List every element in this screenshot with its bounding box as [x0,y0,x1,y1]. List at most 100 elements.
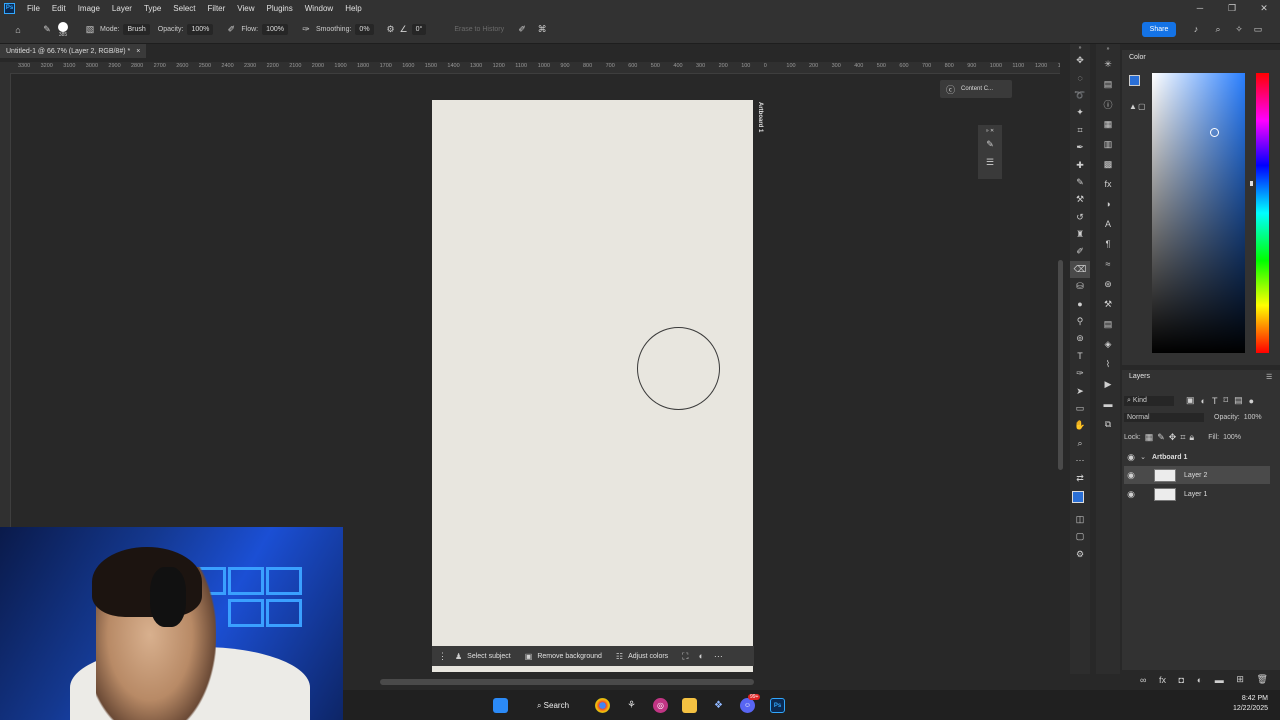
dodge-tool-icon[interactable]: ⚲ [1070,313,1090,330]
workspace-icon[interactable]: ▭ [1252,24,1264,35]
menu-select[interactable]: Select [167,4,201,13]
drag-handle-icon[interactable]: ⋮ [438,651,447,662]
paint-bucket-tool-icon[interactable]: ⛁ [1070,278,1090,295]
delete-layer-icon[interactable]: 🗑︎ [1257,674,1268,685]
foreground-background-swatch[interactable] [1070,487,1090,511]
discord-icon[interactable]: ☺ [740,698,755,713]
rectangle-tool-icon[interactable]: ▭ [1070,400,1090,417]
symmetry-icon[interactable]: ⌘ [532,24,552,35]
menu-edit[interactable]: Edit [46,4,72,13]
pen-tool-icon[interactable]: ✑ [1070,365,1090,382]
visibility-eye-icon[interactable]: ◉ [1124,489,1138,500]
link-layers-icon[interactable]: ∞ [1140,674,1146,685]
adjustments-icon[interactable]: ☰ [978,153,1002,171]
menu-type[interactable]: Type [138,4,167,13]
art-brush-tool-icon[interactable]: ✐ [1070,243,1090,260]
timeline-icon[interactable]: ▶ [1096,374,1120,394]
app-icon[interactable]: ⚘ [624,698,639,713]
hand-tool-icon[interactable]: ✋ [1070,417,1090,434]
visibility-eye-icon[interactable]: ◉ [1124,452,1138,463]
airbrush-icon[interactable]: ✑ [296,24,316,35]
add-mask-icon[interactable]: ◘ [1179,674,1184,685]
fx-icon[interactable]: fx [1159,674,1166,685]
lasso-tool-icon[interactable]: ➰ [1070,87,1090,104]
blend-mode-dropdown[interactable]: Normal [1124,413,1204,422]
hue-slider-handle[interactable] [1250,181,1253,186]
gear-icon[interactable]: ⚙ [382,24,400,35]
marquee-tool-icon[interactable]: ◌ [1070,69,1090,86]
select-subject-button[interactable]: ♟ Select subject [455,652,511,661]
smoothing-input[interactable]: 0% [355,24,374,35]
opacity-input[interactable]: 100% [187,24,214,35]
pressure-size-icon[interactable]: ✐ [512,24,532,35]
clone-source-icon[interactable]: ⊛ [1096,274,1120,294]
layer-opacity-input[interactable]: 100% [1244,414,1262,421]
file-explorer-icon[interactable] [682,698,697,713]
saturation-brightness-picker[interactable] [1152,73,1245,353]
new-layer-icon[interactable]: ⊞ [1236,674,1244,685]
adjust-colors-button[interactable]: ☷ Adjust colors [616,652,668,661]
eyedropper-tool-icon[interactable]: ✒ [1070,139,1090,156]
filter-kind-dropdown[interactable]: ⌕ Kind [1124,395,1174,406]
actions-icon[interactable]: ▤ [1096,74,1120,94]
document-tab[interactable]: Untitled-1 @ 66.7% (Layer 2, RGB/8#) * × [0,44,147,58]
remove-background-button[interactable]: ▣ Remove background [525,652,602,661]
toolbar-collapse-icon[interactable]: » [1070,44,1090,52]
lock-all-icon[interactable]: 🔒︎ [1189,432,1194,443]
minimize-icon[interactable]: ─ [1184,0,1216,16]
sponge-tool-icon[interactable]: ⊚ [1070,330,1090,347]
comments-icon[interactable]: ▬ [1096,394,1120,414]
move-tool-icon[interactable]: ✥ [1070,52,1090,69]
menu-view[interactable]: View [231,4,260,13]
default-colors-icon[interactable]: ⇄ [1070,469,1090,486]
brush-preset-picker[interactable]: 385 [58,21,68,38]
blur-tool-icon[interactable]: ● [1070,295,1090,312]
photoshop-taskbar-icon[interactable]: Ps [770,698,785,713]
pressure-opacity-icon[interactable]: ✐ [221,24,241,35]
menu-plugins[interactable]: Plugins [261,4,299,13]
zoom-tool-icon[interactable]: ⌕ [1070,435,1090,452]
brush-tool-icon[interactable]: ✎ [1070,174,1090,191]
horizontal-scrollbar[interactable] [380,679,754,685]
adjustments-panel-icon[interactable]: ◑ [1096,194,1120,214]
home-icon[interactable]: ⌂ [0,25,36,35]
menu-window[interactable]: Window [299,4,339,13]
filter-shape-icon[interactable]: ⌑ [1223,395,1228,406]
menu-image[interactable]: Image [72,4,106,13]
color-swatches[interactable] [1129,75,1146,92]
close-icon[interactable]: ✕ [1248,0,1280,16]
foreground-color-swatch[interactable] [1129,75,1140,86]
quick-mask-icon[interactable]: ◫ [1070,511,1090,528]
path-selection-tool-icon[interactable]: ➤ [1070,382,1090,399]
history-icon[interactable]: ⧉ [1096,414,1120,434]
crop-tool-icon[interactable]: ⌗ [1070,122,1090,139]
menu-layer[interactable]: Layer [106,4,138,13]
system-clock[interactable]: 8:42 PM 12/22/2025 [1233,694,1268,714]
filter-smart-object-icon[interactable]: ▤ [1234,395,1243,406]
menu-filter[interactable]: Filter [202,4,232,13]
new-group-icon[interactable]: ▬ [1215,674,1224,685]
search-icon[interactable]: ⌕ [1212,24,1224,35]
layer-row[interactable]: ◉ Layer 1 [1124,485,1270,503]
brush-settings-icon[interactable]: ▧ [80,24,100,35]
stamp-tool-icon[interactable]: ♜ [1070,226,1090,243]
history-brush-tool-icon[interactable]: ↺ [1070,209,1090,226]
vertical-scrollbar[interactable] [1058,260,1063,470]
brushes-icon[interactable]: ≈ [1096,254,1120,274]
magic-wand-tool-icon[interactable]: ✦ [1070,104,1090,121]
erase-to-history-checkbox[interactable]: Erase to History [454,26,504,33]
share-button[interactable]: Share [1142,22,1176,37]
lock-transparent-icon[interactable]: ▦ [1145,432,1154,443]
gradients-icon[interactable]: ▥ [1096,134,1120,154]
discover-icon[interactable]: ✧ [1233,24,1245,35]
new-adjustment-icon[interactable]: ◐ [1197,674,1202,685]
taskbar-search[interactable]: ⌕ Search [531,698,575,713]
menu-help[interactable]: Help [339,4,367,13]
settings-app-icon[interactable]: ❖ [711,698,726,713]
menu-file[interactable]: File [21,4,46,13]
eraser-tool-icon[interactable]: ⌫ [1070,260,1090,279]
panel-collapse-icon[interactable]: » ✕ [978,127,1002,135]
filter-adjustment-icon[interactable]: ◐ [1201,396,1206,406]
transform-icon[interactable]: ⛶ [682,651,688,662]
eraser-tool-icon[interactable]: ✎ [36,24,58,35]
